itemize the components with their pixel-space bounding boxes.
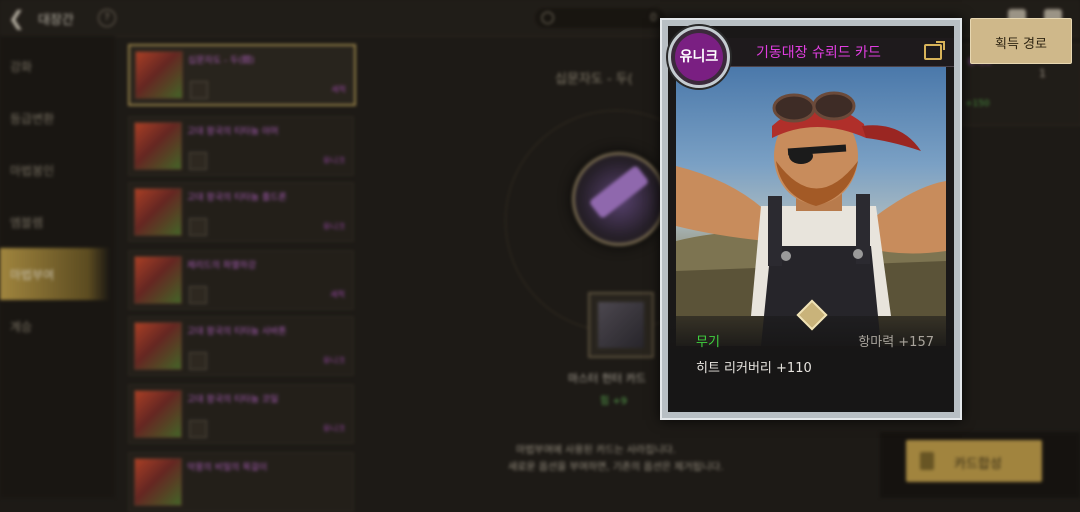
item-name: 고대 왕국의 티타늄 사바톤: [187, 327, 287, 337]
item-thumbnail: [135, 51, 183, 99]
sidebar-item-enhance[interactable]: 강화: [0, 40, 110, 92]
notice-line-2: 새로운 옵션을 부여하면, 기존의 옵션은 제거됩니다.: [508, 462, 724, 473]
card-stat-sub: 히트 리커버리 +110: [696, 361, 812, 376]
item-tag: 유니크: [322, 424, 345, 433]
item-name: 고대 왕국의 티타늄 아머: [187, 127, 279, 137]
card-stat-main: 항마력 +157: [858, 335, 934, 350]
item-tag: 유니크: [322, 222, 345, 231]
list-item[interactable]: 고대 왕국의 티타늄 코일 유니크: [128, 384, 354, 444]
card-slot-icon: [189, 218, 207, 236]
item-thumbnail: [134, 188, 182, 236]
item-tag: 유니크: [322, 356, 345, 365]
button-label: 카드합성: [954, 457, 1002, 472]
list-item[interactable]: 십문자도 - 두(闘) 세척: [128, 44, 356, 106]
sidebar-item-label: 마법부여: [10, 268, 55, 282]
sidebar-item-grade-convert[interactable]: 등급변환: [0, 92, 110, 144]
sidebar-item-inherit[interactable]: 계승: [0, 300, 110, 352]
sidebar-item-emblem[interactable]: 엠블렘: [0, 196, 110, 248]
item-thumbnail: [134, 256, 182, 304]
selected-item-title: 십문자도 - 두(: [555, 72, 633, 87]
item-name: 제리드의 파멸하강: [187, 261, 257, 271]
card-thumbnail: [598, 302, 644, 348]
enchant-card-stat: 힘 +9: [600, 396, 628, 407]
gold-amount: 0: [650, 11, 657, 24]
list-item[interactable]: 고대 왕국의 티타늄 아머 유니크: [128, 116, 354, 176]
card-name: 기동대장 슈뢰드 카드: [756, 45, 881, 61]
result-stat: +150: [965, 99, 990, 109]
item-thumbnail: [134, 458, 182, 506]
button-label: 획득 경로: [995, 37, 1047, 52]
list-item[interactable]: 고대 왕국의 티타늄 플드론 유니크: [128, 182, 354, 242]
result-count: 1: [1039, 67, 1046, 80]
list-item[interactable]: 제리드의 파멸하강 세척: [128, 250, 354, 310]
list-item[interactable]: 고대 왕국의 티타늄 사바톤 유니크: [128, 316, 354, 376]
item-thumbnail: [134, 122, 182, 170]
enchant-card-name: 마스터 헌터 카드: [568, 372, 646, 385]
sidebar-item-label: 등급변환: [10, 112, 55, 126]
sidebar-item-enchant[interactable]: 마법부여: [0, 248, 110, 300]
item-name: 고대 왕국의 티타늄 플드론: [187, 193, 287, 203]
card-slot-icon: [189, 286, 207, 304]
weapon-icon: [588, 164, 650, 220]
item-tag: 세척: [331, 85, 346, 94]
selected-item-orb: [572, 152, 666, 246]
sidebar-item-label: 강화: [10, 60, 33, 74]
sidebar-item-magic-seal[interactable]: 마법봉인: [0, 144, 110, 196]
sidebar-item-label: 엠블렘: [10, 216, 44, 230]
help-icon[interactable]: ?: [98, 9, 116, 27]
item-tag: 세척: [330, 290, 345, 299]
card-icon: [920, 452, 934, 470]
card-slot-icon: [190, 81, 208, 99]
item-name: 십문자도 - 두(闘): [188, 56, 255, 66]
card-synthesis-button[interactable]: 카드합성: [906, 440, 1042, 482]
rarity-badge: 유니크: [668, 26, 730, 88]
item-name: 고대 왕국의 티타늄 코일: [187, 395, 279, 405]
acquire-route-button[interactable]: 획득 경로: [970, 18, 1072, 64]
card-type: 무기: [696, 335, 720, 350]
card-slot-icon: [189, 420, 207, 438]
page-title: 대장간: [38, 13, 74, 28]
forge-sidebar: 강화 등급변환 마법봉인 엠블렘 마법부여 계승: [0, 36, 115, 498]
item-name: 악몽의 비밀의 목걸이: [187, 463, 268, 473]
sidebar-item-label: 계승: [10, 320, 33, 334]
back-arrow-icon[interactable]: ❮: [8, 6, 25, 30]
rarity-label: 유니크: [679, 49, 719, 65]
enchant-card-slot[interactable]: [588, 292, 654, 358]
card-slot-icon: [189, 352, 207, 370]
item-thumbnail: [134, 390, 182, 438]
share-link-icon[interactable]: [924, 41, 945, 60]
card-slot-icon: [189, 152, 207, 170]
sidebar-item-label: 마법봉인: [10, 164, 55, 178]
item-thumbnail: [134, 322, 182, 370]
list-item[interactable]: 악몽의 비밀의 목걸이: [128, 452, 354, 512]
card-detail-popup: 기동대장 슈뢰드 카드 무기 항마력 +157 히트 리커버리 +110 유니크: [660, 18, 962, 420]
card-title-bar: 기동대장 슈뢰드 카드: [726, 38, 954, 67]
notice-line-1: 마법부여에 사용된 카드는 사라집니다.: [516, 445, 676, 456]
gold-icon: ◯: [541, 10, 555, 24]
gold-counter: ◯ 0: [535, 8, 665, 28]
item-tag: 유니크: [322, 156, 345, 165]
